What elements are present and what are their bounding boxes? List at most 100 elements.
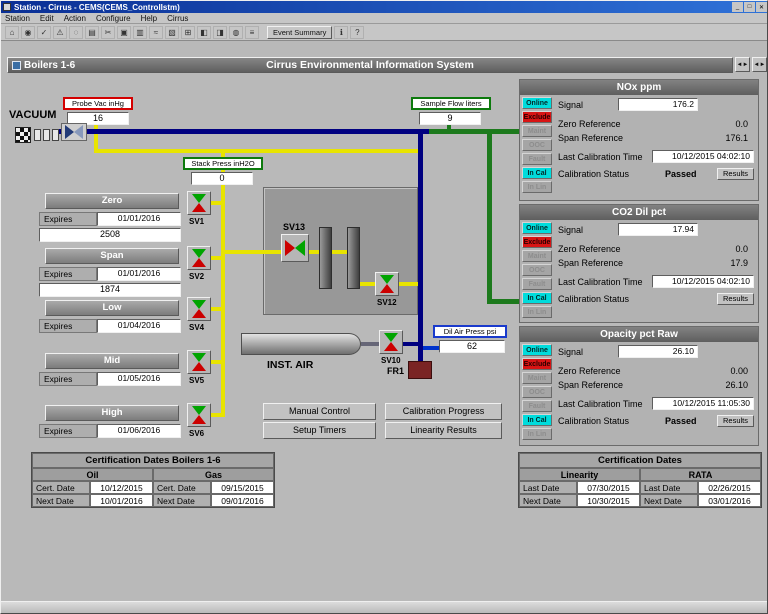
valve-top-triangle	[192, 353, 206, 362]
expires-date: 01/01/2016	[97, 267, 181, 281]
alarm-summary-icon[interactable]: ⚠	[53, 25, 67, 39]
list-icon[interactable]: ≡	[245, 25, 259, 39]
cert-label: Next Date	[519, 494, 577, 507]
manual-control-button[interactable]: Manual Control	[263, 403, 376, 420]
badge-in-lin: In Lin	[522, 428, 552, 440]
zoom-icon[interactable]: ◍	[229, 25, 243, 39]
cut-icon[interactable]: ✂	[101, 25, 115, 39]
chart-icon[interactable]: ▧	[165, 25, 179, 39]
print-icon[interactable]: ▤	[85, 25, 99, 39]
expires-date: 01/06/2016	[97, 424, 181, 438]
page-prev-button[interactable]: ◄►	[735, 57, 750, 72]
vacuum-pump-valve[interactable]	[61, 123, 87, 141]
cert-label: Cert. Date	[32, 481, 90, 494]
linearity-results-button[interactable]: Linearity Results	[385, 422, 502, 439]
maximize-button[interactable]: □	[744, 2, 755, 12]
valve-bottom-triangle	[380, 284, 394, 293]
valve-top-triangle	[380, 275, 394, 284]
valve-sv4-button[interactable]	[187, 297, 211, 321]
badge-in-cal: In Cal	[522, 167, 552, 179]
copy-icon[interactable]: ▣	[117, 25, 131, 39]
fr1-regulator	[408, 361, 432, 379]
event-summary-button[interactable]: Event Summary	[267, 25, 333, 39]
connect-icon[interactable]: ◉	[21, 25, 35, 39]
pipe-air-drop	[418, 129, 423, 361]
valve-top-triangle	[192, 406, 206, 415]
gas-plate-span: Span	[45, 248, 179, 264]
menu-station[interactable]: Station	[5, 14, 30, 23]
valve-sv6-button[interactable]	[187, 403, 211, 427]
stack-press-value: 0	[191, 172, 253, 185]
cert-label: Next Date	[640, 494, 698, 507]
span-ref-label: Span Reference	[558, 379, 624, 390]
trend-icon[interactable]: ≈	[149, 25, 163, 39]
valve-sv2-button[interactable]	[187, 246, 211, 270]
signal-value: 17.94	[618, 223, 698, 236]
cert-value: 09/01/2016	[211, 494, 274, 507]
menu-cirrus[interactable]: Cirrus	[167, 14, 188, 23]
badge-online: Online	[522, 344, 552, 356]
expires-label: Expires	[39, 319, 97, 333]
calibration-progress-button[interactable]: Calibration Progress	[385, 403, 502, 420]
badge-online: Online	[522, 222, 552, 234]
pipe-sv4-stub	[209, 307, 223, 311]
zero-ref-value: 0.0	[735, 118, 748, 129]
valve-sv2-label: SV2	[189, 272, 205, 281]
last-cal-label: Last Calibration Time	[558, 398, 643, 409]
tag-icon[interactable]: ◨	[213, 25, 227, 39]
badge-maint: Maint	[522, 125, 552, 137]
setup-timers-button[interactable]: Setup Timers	[263, 422, 376, 439]
last-cal-label: Last Calibration Time	[558, 276, 643, 287]
cal-status-value: Passed	[664, 415, 697, 426]
info-icon[interactable]: ℹ	[334, 25, 349, 39]
help-icon[interactable]: ?	[350, 25, 365, 39]
valve-sv12-button[interactable]	[375, 272, 399, 296]
page-icon	[12, 60, 21, 70]
station-icon[interactable]: ⌂	[5, 25, 19, 39]
page-next-button[interactable]: ◄►	[752, 57, 767, 72]
paste-icon[interactable]: ▥	[133, 25, 147, 39]
analyzer-panel-co2: CO2 Dil pct Online Exclude Maint OOC Fau…	[519, 204, 759, 323]
results-button[interactable]: Results	[716, 167, 754, 180]
zero-ref-label: Zero Reference	[558, 243, 621, 254]
silence-icon[interactable]: ◌	[69, 25, 83, 39]
valve-sv10-button[interactable]	[379, 330, 403, 354]
badge-fault: Fault	[522, 153, 552, 165]
expires-date: 01/05/2016	[97, 372, 181, 386]
valve-sv5-button[interactable]	[187, 350, 211, 374]
last-cal-label: Last Calibration Time	[558, 151, 643, 162]
pump-segment	[34, 129, 41, 141]
badge-ooc: OOC	[522, 139, 552, 151]
results-button[interactable]: Results	[716, 292, 754, 305]
status-badges: Online Exclude Maint OOC Fault In Cal In…	[520, 95, 554, 193]
expires-label: Expires	[39, 212, 97, 226]
menu-edit[interactable]: Edit	[40, 14, 54, 23]
cert-value: 10/01/2016	[90, 494, 153, 507]
span-ref-label: Span Reference	[558, 132, 624, 143]
stack-press-label: Stack Press inH2O	[183, 157, 263, 170]
signal-label: Signal	[558, 224, 584, 235]
minimize-button[interactable]: _	[732, 2, 743, 12]
grid-icon[interactable]: ⊞	[181, 25, 195, 39]
application-window: Station - Cirrus - CEMS(CEMS_ControlIstm…	[0, 0, 768, 614]
dil-air-press-value: 62	[439, 340, 505, 353]
valve-sv13-label: SV13	[283, 222, 306, 232]
display-icon[interactable]: ◧	[197, 25, 211, 39]
ack-alarm-icon[interactable]: ✓	[37, 25, 51, 39]
menu-action[interactable]: Action	[64, 14, 86, 23]
results-button[interactable]: Results	[716, 414, 754, 427]
menu-configure[interactable]: Configure	[96, 14, 131, 23]
valve-sv6-label: SV6	[189, 429, 205, 438]
cal-status-label: Calibration Status	[558, 293, 630, 304]
valve-sv1-button[interactable]	[187, 191, 211, 215]
close-button[interactable]: ✕	[756, 2, 767, 12]
cert-col-gas: Gas	[153, 468, 274, 481]
valve-sv13-button[interactable]	[281, 234, 309, 262]
menu-help[interactable]: Help	[141, 14, 157, 23]
cert-table-dates: Certification Dates Linearity RATA Last …	[518, 452, 762, 508]
badge-fault: Fault	[522, 400, 552, 412]
gas-plate-zero: Zero	[45, 193, 179, 209]
pipe-analyzer-drop	[487, 129, 492, 304]
pipe-analyzer-stub	[487, 299, 519, 304]
pipe-sv2-stub	[209, 256, 223, 260]
